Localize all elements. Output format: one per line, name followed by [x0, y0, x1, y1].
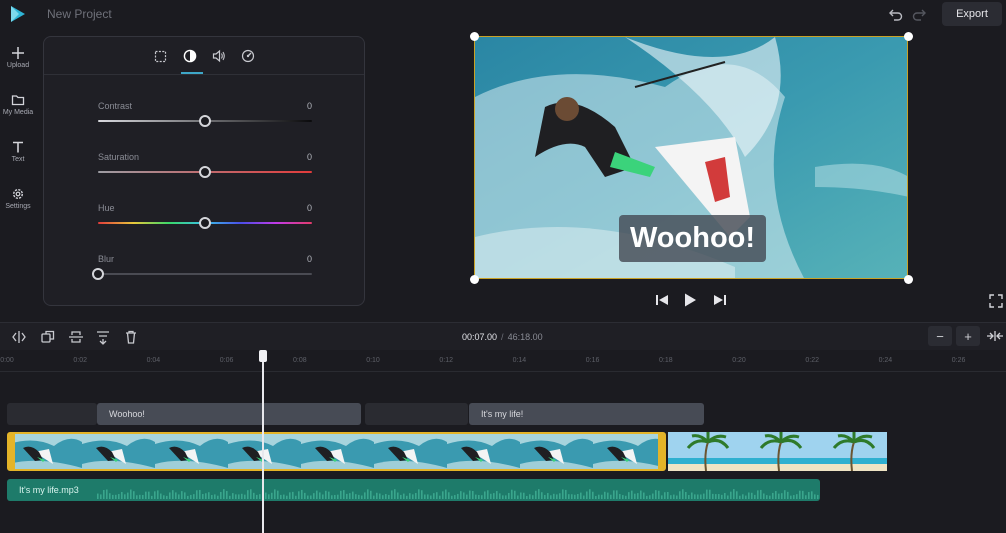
ruler-tick-label: 0:04 — [146, 357, 161, 364]
active-tab-indicator — [181, 72, 203, 74]
zoom-in-button[interactable]: + — [956, 326, 980, 346]
ruler-tick-label: 0:00 — [0, 357, 14, 364]
slider-value: 0 — [306, 152, 312, 162]
resize-handle-bottom-left[interactable] — [470, 275, 479, 284]
duplicate-icon[interactable] — [40, 329, 56, 345]
slider-label: Blur — [98, 254, 115, 264]
video-clip-surfing[interactable] — [7, 432, 666, 471]
split-icon[interactable] — [11, 329, 27, 345]
sidebar-item-settings[interactable]: Settings — [0, 187, 36, 210]
fit-timeline-icon[interactable] — [986, 329, 1004, 343]
time-separator: / — [501, 332, 504, 342]
video-preview[interactable]: Woohoo! — [474, 36, 908, 279]
resize-handle-top-left[interactable] — [470, 32, 479, 41]
volume-icon — [212, 49, 225, 63]
ruler-tick-label: 0:24 — [878, 357, 893, 364]
trash-icon[interactable] — [123, 329, 139, 345]
slider-handle[interactable] — [199, 217, 211, 229]
clip-label: Woohoo! — [109, 409, 145, 419]
ruler-tick-label: 0:14 — [512, 357, 527, 364]
project-title[interactable]: New Project — [47, 7, 112, 21]
resize-handle-top-right[interactable] — [904, 32, 913, 41]
timecode: 00:07.00/46:18.00 — [462, 332, 543, 342]
text-clip[interactable]: It's my life! — [469, 403, 704, 425]
adjustments-panel: Contrast 0 Saturation 0 Hue 0 Blur 0 — [43, 36, 365, 306]
speed-icon — [241, 49, 255, 63]
tab-adjust[interactable] — [181, 47, 199, 65]
crop-icon — [154, 50, 166, 62]
ruler-tick-label: 0:16 — [585, 357, 600, 364]
top-bar: New Project Export — [0, 0, 1006, 30]
app-logo — [11, 6, 25, 22]
ruler-tick-label: 0:22 — [805, 357, 819, 364]
slider-value: 0 — [306, 101, 312, 111]
video-thumbnails — [668, 432, 887, 471]
slider-value: 0 — [306, 254, 312, 264]
caption-overlay[interactable]: Woohoo! — [619, 215, 766, 262]
ruler-tick-label: 0:26 — [951, 357, 966, 364]
ruler-tick-label: 0:20 — [732, 357, 746, 364]
ruler-tick-label: 0:08 — [292, 357, 307, 364]
skip-back-icon[interactable] — [654, 292, 670, 308]
tab-audio[interactable] — [210, 47, 228, 65]
text-track-gap — [7, 403, 97, 425]
panel-tabs — [44, 37, 364, 75]
slider-handle[interactable] — [92, 268, 104, 280]
slider-value: 0 — [306, 203, 312, 213]
zoom-out-button[interactable]: − — [928, 326, 952, 346]
ruler-tick-label: 0:18 — [658, 357, 673, 364]
playhead-handle[interactable] — [259, 350, 267, 362]
sidebar-item-text[interactable]: Text — [0, 140, 36, 163]
current-time: 00:07.00 — [462, 332, 498, 342]
sidebar-item-my-media[interactable]: My Media — [0, 93, 36, 116]
contrast-icon — [183, 49, 197, 63]
ruler-tick-label: 0:10 — [366, 357, 380, 364]
sidebar-item-label: My Media — [2, 109, 34, 116]
video-editor: New Project Export Upload My Media Text — [0, 0, 1006, 533]
gear-icon — [12, 188, 24, 200]
slider-label: Saturation — [98, 152, 140, 162]
ruler-tick-label: 0:02 — [73, 357, 87, 364]
trim-icon[interactable] — [68, 329, 84, 345]
slider-label: Hue — [98, 203, 115, 213]
playhead[interactable] — [262, 352, 264, 533]
sidebar-item-label: Settings — [5, 203, 31, 210]
resize-handle-bottom-right[interactable] — [904, 275, 913, 284]
tab-speed[interactable] — [239, 47, 257, 65]
ruler-tick-label: 0:12 — [439, 357, 453, 364]
text-track-gap — [365, 403, 468, 425]
text-icon — [13, 141, 23, 153]
plus-icon — [12, 47, 24, 59]
total-time: 46:18.00 — [507, 332, 543, 342]
tab-crop[interactable] — [151, 47, 169, 65]
trim-handle-right[interactable] — [658, 434, 664, 469]
video-thumbnails — [9, 434, 664, 469]
slider-handle[interactable] — [199, 115, 211, 127]
text-clip[interactable]: Woohoo! — [97, 403, 361, 425]
sidebar-item-label: Upload — [6, 62, 30, 69]
align-icon[interactable] — [95, 329, 111, 345]
audio-waveform — [97, 489, 819, 499]
sidebar-item-upload[interactable]: Upload — [0, 46, 36, 69]
video-clip-beach[interactable] — [668, 432, 888, 471]
undo-icon[interactable] — [888, 6, 904, 22]
play-icon[interactable] — [682, 292, 698, 308]
clip-label: It's my life! — [481, 409, 524, 419]
skip-forward-icon[interactable] — [712, 292, 728, 308]
slider-track[interactable] — [98, 273, 312, 275]
ruler-tick-label: 0:06 — [219, 357, 234, 364]
timeline-ruler[interactable]: 0:00 0:02 0:04 0:06 0:08 0:10 0:12 0:14 0:16 0:18… — [0, 352, 1006, 372]
export-button[interactable]: Export — [942, 2, 1002, 26]
audio-clip-label: It's my life.mp3 — [19, 485, 79, 495]
sidebar-item-label: Text — [11, 156, 25, 163]
trim-handle-left[interactable] — [9, 434, 15, 469]
timeline-toolbar: 00:07.00/46:18.00 — [0, 322, 1006, 350]
slider-handle[interactable] — [199, 166, 211, 178]
fullscreen-icon[interactable] — [989, 294, 1003, 308]
slider-label: Contrast — [98, 101, 133, 111]
redo-icon[interactable] — [911, 6, 927, 22]
audio-clip[interactable]: It's my life.mp3 — [7, 479, 820, 501]
folder-icon — [11, 95, 25, 106]
